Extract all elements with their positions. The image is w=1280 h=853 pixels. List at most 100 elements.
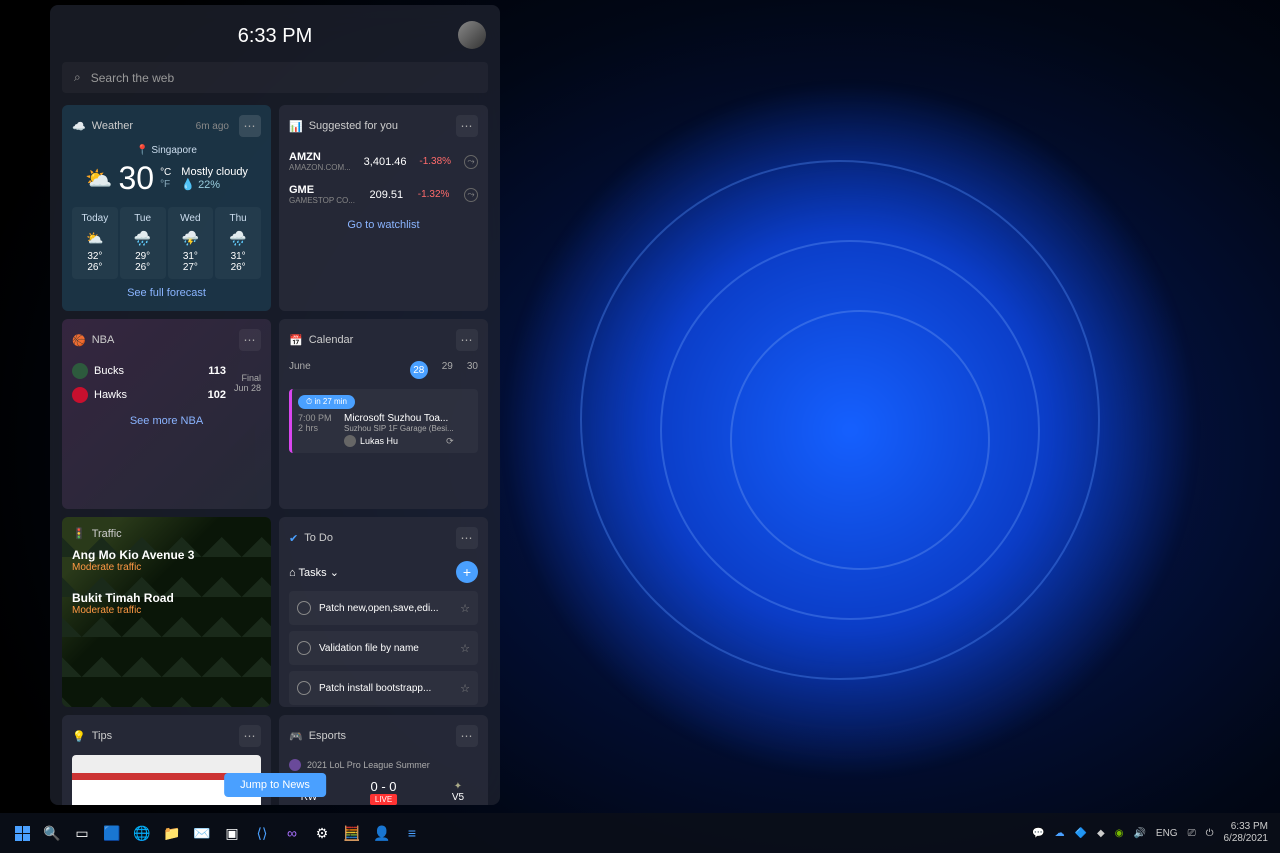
road-name: Ang Mo Kio Avenue 3 xyxy=(72,548,261,562)
app-icon[interactable]: ≡ xyxy=(398,819,426,847)
tray-app-icon[interactable]: 🔷 xyxy=(1075,828,1087,839)
stocks-card[interactable]: 📊 Suggested for you ⋯ AMZNAMAZON.COM...3… xyxy=(279,105,488,311)
star-icon[interactable]: ☆ xyxy=(460,682,470,695)
task-label: Patch new,open,save,edi... xyxy=(319,603,439,614)
calendar-days[interactable]: 28 29 30 xyxy=(410,361,478,379)
team-name: Hawks xyxy=(94,389,127,401)
widgets-button[interactable]: 🟦 xyxy=(98,819,126,847)
card-title: Tips xyxy=(92,730,112,742)
app-icon[interactable]: 👤 xyxy=(368,819,396,847)
calendar-card[interactable]: 📅 Calendar ⋯ June 28 29 30 ⏱ in 27 min 7… xyxy=(279,319,488,509)
star-icon[interactable]: ☆ xyxy=(460,642,470,655)
visual-studio-icon[interactable]: ∞ xyxy=(278,819,306,847)
nba-icon: 🏀 xyxy=(72,334,86,347)
traffic-card[interactable]: 🚦 Traffic Ang Mo Kio Avenue 3 Moderate t… xyxy=(62,517,271,707)
vscode-icon[interactable]: ⟨⟩ xyxy=(248,819,276,847)
more-button[interactable]: ⋯ xyxy=(239,329,261,351)
updated-ago: 6m ago xyxy=(196,121,229,132)
more-button[interactable]: ⋯ xyxy=(456,115,478,137)
panel-time: 6:33 PM xyxy=(238,25,312,48)
task-label: Validation file by name xyxy=(319,643,419,654)
watchlist-link[interactable]: Go to watchlist xyxy=(289,211,478,233)
search-button[interactable]: 🔍 xyxy=(38,819,66,847)
calendar-event[interactable]: ⏱ in 27 min 7:00 PM2 hrs Microsoft Suzho… xyxy=(289,389,478,453)
traffic-icon: 🚦 xyxy=(72,527,86,540)
team-logo-icon xyxy=(72,363,88,379)
stock-row[interactable]: GMEGAMESTOP CO...209.51-1.32%⤳ xyxy=(289,178,478,211)
chart-icon[interactable]: ⤳ xyxy=(464,155,478,169)
more-button[interactable]: ⋯ xyxy=(456,329,478,351)
team-name: Bucks xyxy=(94,365,124,377)
tray-nvidia-icon[interactable]: ◉ xyxy=(1115,828,1124,839)
event-title: Microsoft Suzhou Toa... xyxy=(344,413,454,424)
star-icon[interactable]: ☆ xyxy=(460,602,470,615)
todo-card[interactable]: ✔ To Do ⋯ ⌂ Tasks ⌄ + Patch new,open,sav… xyxy=(279,517,488,707)
task-item[interactable]: Validation file by name ☆ xyxy=(289,631,478,665)
taskbar-clock[interactable]: 6:33 PM 6/28/2021 xyxy=(1224,821,1273,845)
stocks-icon: 📊 xyxy=(289,120,303,133)
search-input[interactable]: ⌕ Search the web xyxy=(62,62,488,93)
user-avatar[interactable] xyxy=(458,21,486,49)
jump-to-news-button[interactable]: Jump to News xyxy=(224,773,326,797)
card-title: To Do xyxy=(304,532,333,544)
tray-wechat-icon[interactable]: 💬 xyxy=(1032,828,1044,839)
weather-location: 📍 Singapore xyxy=(72,145,261,156)
tips-icon: 💡 xyxy=(72,730,86,743)
more-button[interactable]: ⋯ xyxy=(456,527,478,549)
task-checkbox[interactable] xyxy=(297,601,311,615)
road-name: Bukit Timah Road xyxy=(72,591,261,605)
edge-icon[interactable]: 🌐 xyxy=(128,819,156,847)
see-forecast-link[interactable]: See full forecast xyxy=(72,279,261,301)
mail-icon[interactable]: ✉️ xyxy=(188,819,216,847)
add-task-button[interactable]: + xyxy=(456,561,478,583)
card-title: Calendar xyxy=(309,334,354,346)
card-title: Esports xyxy=(309,730,346,742)
tray-app-icon[interactable]: ◆ xyxy=(1097,828,1105,839)
see-more-nba-link[interactable]: See more NBA xyxy=(72,407,261,429)
weather-card[interactable]: ☁️ Weather 6m ago ⋯ 📍 Singapore ⛅ 30 °C°… xyxy=(62,105,271,311)
tray-onedrive-icon[interactable]: ☁ xyxy=(1055,828,1065,839)
esports-league: 2021 LoL Pro League Summer xyxy=(289,755,478,775)
team-score: 102 xyxy=(208,389,226,401)
task-checkbox[interactable] xyxy=(297,681,311,695)
widgets-panel: 6:33 PM ⌕ Search the web ☁️ Weather 6m a… xyxy=(50,5,500,805)
calendar-month: June xyxy=(289,361,311,379)
forecast-day[interactable]: Today⛅32°26° xyxy=(72,207,118,279)
search-icon: ⌕ xyxy=(74,70,81,85)
calculator-icon[interactable]: 🧮 xyxy=(338,819,366,847)
game-status: FinalJun 28 xyxy=(234,373,261,393)
settings-icon[interactable]: ⚙ xyxy=(308,819,336,847)
todo-icon: ✔ xyxy=(289,532,298,545)
task-checkbox[interactable] xyxy=(297,641,311,655)
more-button[interactable]: ⋯ xyxy=(239,725,261,747)
tray-language[interactable]: ENG xyxy=(1156,828,1178,839)
nba-card[interactable]: 🏀 NBA ⋯ Bucks113 Hawks102 FinalJun 28 Se… xyxy=(62,319,271,509)
task-view-button[interactable]: ▭ xyxy=(68,819,96,847)
terminal-icon[interactable]: ▣ xyxy=(218,819,246,847)
stock-row[interactable]: AMZNAMAZON.COM...3,401.46-1.38%⤳ xyxy=(289,145,478,178)
task-list-name[interactable]: ⌂ Tasks ⌄ xyxy=(289,566,339,579)
explorer-icon[interactable]: 📁 xyxy=(158,819,186,847)
tray-network-icon[interactable]: ⎚ xyxy=(1188,828,1196,839)
forecast-day[interactable]: Wed⛈️31°27° xyxy=(168,207,214,279)
task-item[interactable]: Patch install bootstrapp... ☆ xyxy=(289,671,478,705)
card-title: Traffic xyxy=(92,528,122,540)
weather-now-icon: ⛅ xyxy=(85,166,112,192)
more-button[interactable]: ⋯ xyxy=(239,115,261,137)
tray-sound-icon[interactable]: 🔊 xyxy=(1133,828,1145,839)
chart-icon[interactable]: ⤳ xyxy=(464,188,478,202)
start-button[interactable] xyxy=(8,819,36,847)
tray-power-icon[interactable]: ⏻ xyxy=(1206,828,1214,839)
event-time: 7:00 PM2 hrs xyxy=(298,413,336,447)
weather-icon: ☁️ xyxy=(72,120,86,133)
task-label: Patch install bootstrapp... xyxy=(319,683,431,694)
team-score: 113 xyxy=(208,365,226,377)
event-organizer: Lukas Hu⟳ xyxy=(344,435,454,447)
more-button[interactable]: ⋯ xyxy=(456,725,478,747)
weather-unit[interactable]: °C°F xyxy=(160,167,171,191)
forecast-day[interactable]: Thu🌧️31°26° xyxy=(215,207,261,279)
taskbar: 🔍 ▭ 🟦 🌐 📁 ✉️ ▣ ⟨⟩ ∞ ⚙ 🧮 👤 ≡ 💬 ☁ 🔷 ◆ ◉ 🔊 … xyxy=(0,813,1280,853)
refresh-icon[interactable]: ⟳ xyxy=(446,436,454,447)
forecast-day[interactable]: Tue🌧️29°26° xyxy=(120,207,166,279)
task-item[interactable]: Patch new,open,save,edi... ☆ xyxy=(289,591,478,625)
